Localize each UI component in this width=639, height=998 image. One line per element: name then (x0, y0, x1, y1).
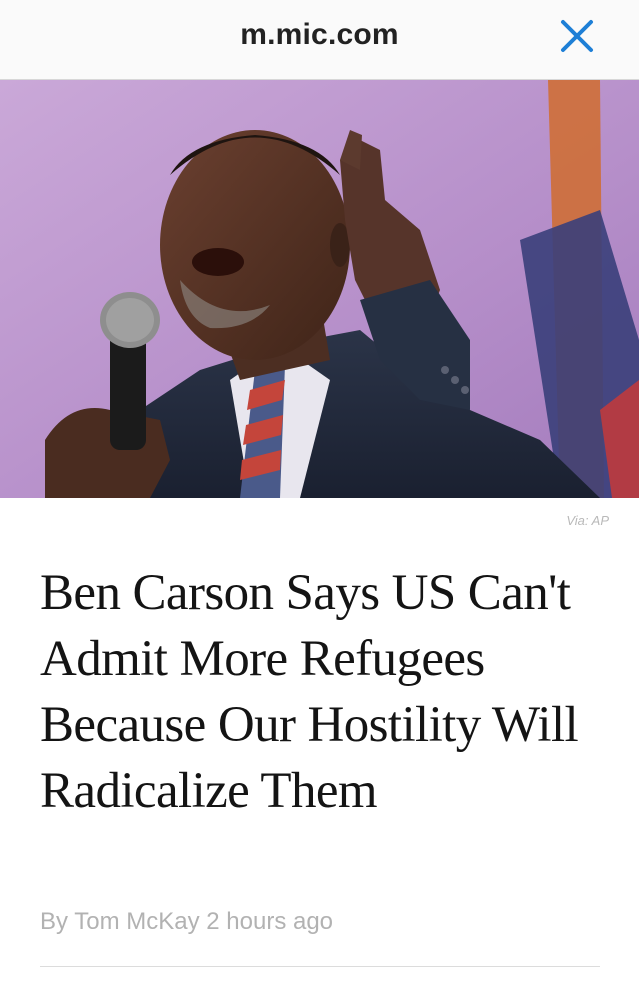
close-icon (561, 20, 593, 52)
divider (40, 966, 600, 967)
hero-illustration (0, 80, 639, 498)
article-headline: Ben Carson Says US Can't Admit More Refu… (40, 565, 579, 819)
url-display[interactable]: m.mic.com (0, 18, 639, 52)
close-button[interactable] (557, 16, 597, 56)
image-credit: Via: AP (566, 513, 609, 528)
article-byline: By Tom McKay 2 hours ago (40, 908, 334, 935)
browser-top-bar: m.mic.com (0, 0, 639, 80)
hero-image (0, 80, 639, 498)
